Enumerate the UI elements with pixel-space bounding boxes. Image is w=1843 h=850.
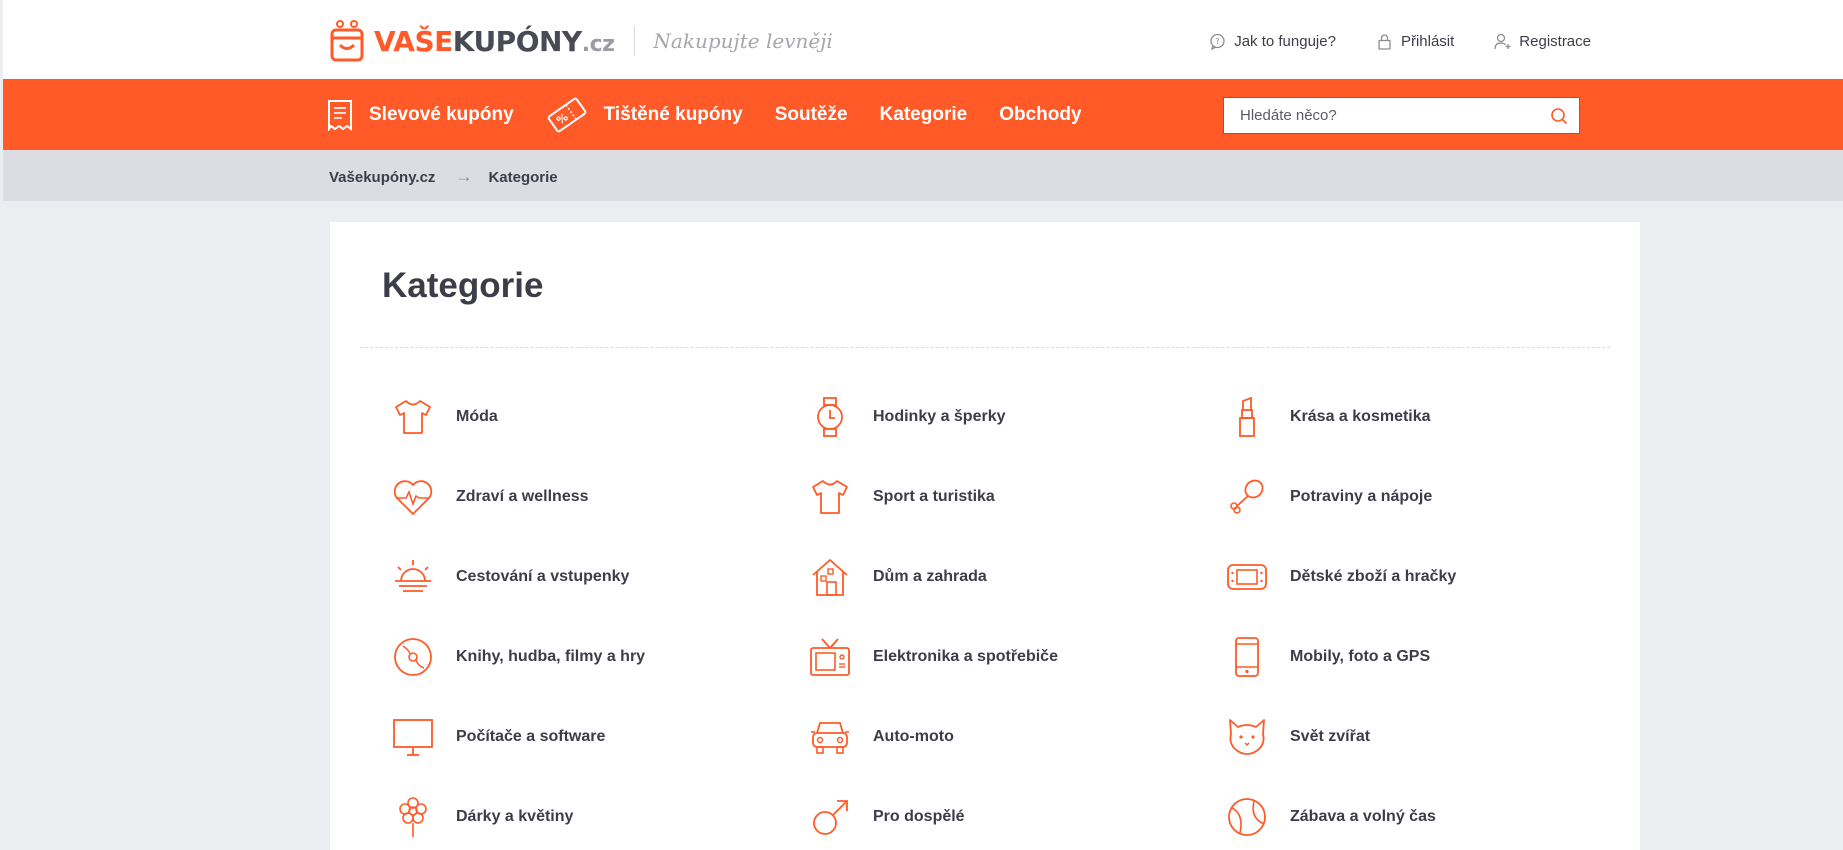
male-symbol-icon [813,800,848,835]
category-label: Mobily, foto a GPS [1290,648,1431,665]
category-item[interactable]: Elektronika a spotřebiče [807,632,1187,682]
category-item[interactable]: Krása a kosmetika [1224,392,1604,442]
category-item[interactable]: Zdraví a wellness [390,472,770,522]
how-it-works-label: Jak to funguje? [1234,33,1336,50]
search-button[interactable] [1539,98,1579,133]
category-label: Krása a kosmetika [1290,408,1431,425]
sunset-icon [395,560,431,592]
category-item[interactable]: Svět zvířat [1224,712,1604,762]
categories-card: Kategorie Móda Hodinky a šperky Krása a … [330,222,1640,850]
search-icon [1551,107,1568,124]
category-item[interactable]: Auto-moto [807,712,1187,762]
breadcrumb-current: Kategorie [488,168,558,186]
category-item[interactable]: Pro dospělé [807,792,1187,842]
page-title: Kategorie [382,266,544,305]
heart-pulse-icon [393,480,433,515]
nav-items: Slevové kupóny % Tištěné kupóny Soutěže … [327,79,1114,150]
arrow-right-icon: → [455,167,473,186]
nav-item-categories[interactable]: Kategorie [880,104,968,126]
category-label: Móda [456,408,498,425]
category-item[interactable]: Cestování a vstupenky [390,552,770,602]
car-icon [811,722,849,754]
login-label: Přihlásit [1400,33,1455,50]
search-box [1223,97,1580,134]
category-label: Cestování a vstupenky [456,568,630,585]
register-label: Registrace [1519,33,1591,50]
jersey-icon [812,480,848,514]
ball-icon [1228,798,1266,836]
coupon-icon: % [547,97,586,132]
nav-label: Slevové kupóny [369,103,514,125]
category-label: Elektronika a spotřebiče [873,648,1058,665]
drumstick-icon [1230,479,1264,514]
tshirt-icon [395,400,431,434]
category-item[interactable]: Počítače a software [390,712,770,762]
category-item[interactable]: Knihy, hudba, filmy a hry [390,632,770,682]
category-label: Zdraví a wellness [456,488,589,505]
category-label: Svět zvířat [1290,728,1371,745]
category-label: Dětské zboží a hračky [1290,568,1457,585]
category-label: Dům a zahrada [873,568,987,585]
nav-label: Tištěné kupóny [603,103,743,125]
svg-text:?: ? [1216,37,1220,46]
lipstick-icon [1239,396,1255,437]
lock-icon [1378,34,1391,50]
shopping-bag-icon [330,20,364,62]
category-label: Hodinky a šperky [873,408,1006,425]
phone-icon [1235,637,1259,677]
how-it-works-link[interactable]: ? Jak to funguje? [1209,33,1336,50]
watch-icon [817,397,843,437]
category-item[interactable]: Potraviny a nápoje [1224,472,1604,522]
brand-logo[interactable]: VAŠEKUPÓNY.cz Nakupujte levněji [330,20,833,62]
speech-bubble-icon: ? [1210,33,1225,50]
category-item[interactable]: Sport a turistika [807,472,1187,522]
category-label: Pro dospělé [873,808,965,825]
register-link[interactable]: Registrace [1494,33,1591,50]
category-item[interactable]: Dárky a květiny [390,792,770,842]
search-input[interactable] [1224,98,1539,133]
category-label: Sport a turistika [873,488,995,505]
category-label: Počítače a software [456,728,606,745]
category-label: Knihy, hudba, filmy a hry [456,648,646,665]
top-header: VAŠEKUPÓNY.cz Nakupujte levněji ? Jak to… [3,0,1843,79]
monitor-icon [393,719,433,756]
logo-wordmark: VAŠEKUPÓNY.cz [374,24,615,58]
category-label: Potraviny a nápoje [1290,488,1433,505]
user-plus-icon [1494,33,1511,50]
nav-label: Kategorie [879,103,968,125]
house-icon [812,559,848,596]
logo-divider [634,26,636,56]
breadcrumb-home-link[interactable]: Vašekupóny.cz [329,169,435,186]
category-label: Auto-moto [873,728,954,745]
category-item[interactable]: Hodinky a šperky [807,392,1187,442]
breadcrumb: Vašekupóny.cz → Kategorie [329,167,558,187]
nav-label: Obchody [999,103,1082,125]
category-item[interactable]: Mobily, foto a GPS [1224,632,1604,682]
receipt-icon [328,99,352,131]
nav-item-contests[interactable]: Soutěže [775,104,848,126]
category-item[interactable]: Zábava a volný čas [1224,792,1604,842]
category-label: Zábava a volný čas [1290,808,1436,825]
nav-label: Soutěže [774,103,848,125]
category-item[interactable]: Dům a zahrada [807,552,1187,602]
logo-tagline: Nakupujte levněji [653,29,833,53]
flower-icon [399,797,427,837]
account-links: ? Jak to funguje? Přihlásit Registrace [1209,33,1591,50]
login-link[interactable]: Přihlásit [1376,33,1454,50]
category-item[interactable]: Móda [390,392,770,442]
dashed-divider [360,347,1610,348]
nav-item-discount-coupons[interactable]: Slevové kupóny [327,99,514,131]
disc-icon [394,638,432,676]
tv-icon [810,638,850,676]
category-item[interactable]: Dětské zboží a hračky [1224,552,1604,602]
nav-item-printed-coupons[interactable]: % Tištěné kupóny [546,96,743,134]
category-label: Dárky a květiny [456,808,574,825]
nav-item-shops[interactable]: Obchody [999,104,1081,126]
breadcrumb-bar: Vašekupóny.cz → Kategorie [3,150,1843,201]
game-console-icon [1227,564,1267,590]
cat-icon [1229,719,1265,755]
